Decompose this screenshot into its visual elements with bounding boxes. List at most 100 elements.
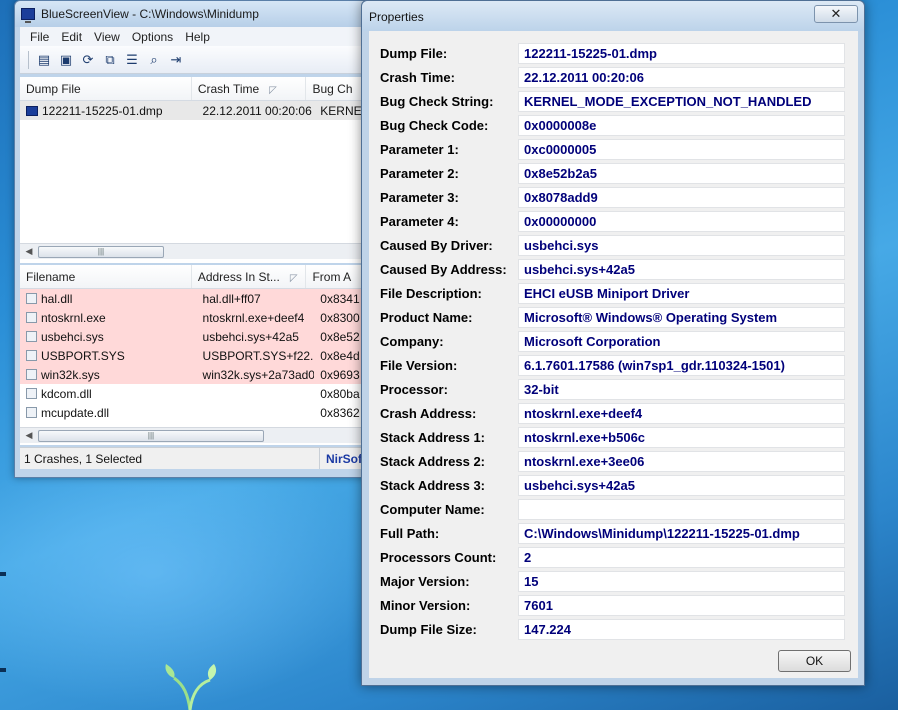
scroll-thumb[interactable]: ||| (38, 430, 264, 442)
property-label: Parameter 4: (380, 214, 459, 229)
menu-bar: File Edit View Options Help (20, 27, 383, 46)
desktop-icon-edge[interactable] (0, 572, 6, 576)
module-file-icon (26, 311, 37, 323)
menu-help[interactable]: Help (179, 30, 216, 44)
module-filename: kdcom.dll (41, 386, 92, 401)
menu-edit[interactable]: Edit (55, 30, 88, 44)
property-value-field[interactable]: usbehci.sys+42a5 (518, 475, 845, 496)
desktop-icon-edge[interactable] (0, 668, 6, 672)
module-row[interactable]: ntoskrnl.exe ntoskrnl.exe+deef4 0x8300 (20, 308, 383, 327)
find-icon[interactable]: ⌕ (145, 51, 163, 69)
property-row: Dump File Size: 147.224 (369, 618, 858, 642)
toolbar-separator (28, 50, 29, 69)
module-row[interactable]: mcupdate.dll 0x8362 (20, 403, 383, 422)
scroll-left-icon[interactable]: ◀ (22, 246, 36, 257)
module-row[interactable]: win32k.sys win32k.sys+2a73ad0 0x9693 (20, 365, 383, 384)
nirsoft-link[interactable]: NirSof (320, 452, 362, 466)
module-rows: hal.dll hal.dll+ff07 0x8341 ntoskrnl.exe nto… (20, 289, 383, 422)
property-row: Stack Address 3: usbehci.sys+42a5 (369, 474, 858, 498)
window-titlebar[interactable]: BlueScreenView - C:\Windows\Minidump (15, 1, 383, 27)
module-list-hscroll[interactable]: ◀ ||| (20, 427, 383, 443)
property-value-field[interactable]: 0x00000000 (518, 211, 845, 232)
menu-view[interactable]: View (88, 30, 126, 44)
module-row[interactable]: usbehci.sys usbehci.sys+42a5 0x8e52 (20, 327, 383, 346)
toolbar: ▤ ▣ ⟳ ⧉ ☰ ⌕ ⇥ (20, 46, 383, 74)
exit-icon[interactable]: ⇥ (167, 51, 185, 69)
property-label: Crash Address: (380, 406, 477, 421)
module-file-icon (26, 349, 37, 361)
dialog-titlebar[interactable]: Properties ✕ (362, 1, 864, 31)
module-row[interactable]: kdcom.dll 0x80ba (20, 384, 383, 403)
property-label: Processor: (380, 382, 448, 397)
scroll-thumb[interactable]: ||| (38, 246, 164, 258)
column-filename[interactable]: Filename (20, 265, 192, 288)
property-row: Major Version: 15 (369, 570, 858, 594)
property-value-field[interactable] (518, 499, 845, 520)
properties-dialog: Properties ✕ Dump File: 122211-15225-01.d… (361, 0, 865, 686)
column-crash-time[interactable]: Crash Time ◸ (192, 77, 307, 100)
property-row: File Version: 6.1.7601.17586 (win7sp1_gdr… (369, 354, 858, 378)
property-value-field[interactable]: usbehci.sys+42a5 (518, 259, 845, 280)
module-address: ntoskrnl.exe+deef4 (202, 310, 305, 325)
property-row: Product Name: Microsoft® Windows® Operati… (369, 306, 858, 330)
property-value-field[interactable]: usbehci.sys (518, 235, 845, 256)
crash-list-hscroll[interactable]: ◀ ||| (20, 243, 383, 259)
column-dump-file[interactable]: Dump File (20, 77, 192, 100)
property-label: Major Version: (380, 574, 470, 589)
module-address: usbehci.sys+42a5 (202, 329, 299, 344)
close-button[interactable]: ✕ (814, 5, 858, 23)
property-value-field[interactable]: KERNEL_MODE_EXCEPTION_NOT_HANDLED (518, 91, 845, 112)
property-value-field[interactable]: 2 (518, 547, 845, 568)
sort-arrow-icon: ◸ (289, 273, 298, 284)
property-value-field[interactable]: 7601 (518, 595, 845, 616)
module-file-icon (26, 387, 37, 399)
module-filename: USBPORT.SYS (41, 348, 125, 363)
properties-icon[interactable]: ☰ (123, 51, 141, 69)
module-file-icon (26, 406, 37, 418)
column-address-in-stack[interactable]: Address In St... ◸ (192, 265, 307, 288)
crash-row[interactable]: 122211-15225-01.dmp 22.12.2011 00:20:06 … (20, 101, 383, 120)
scroll-left-icon[interactable]: ◀ (22, 430, 36, 441)
property-row: Parameter 4: 0x00000000 (369, 210, 858, 234)
wallpaper-plant-icon (165, 664, 217, 710)
module-row[interactable]: hal.dll hal.dll+ff07 0x8341 (20, 289, 383, 308)
property-value-field[interactable]: Microsoft Corporation (518, 331, 845, 352)
property-label: Stack Address 1: (380, 430, 486, 445)
property-label: Product Name: (380, 310, 473, 325)
property-value-field[interactable]: 147.224 (518, 619, 845, 640)
property-value-field[interactable]: C:\Windows\Minidump\122211-15225-01.dmp (518, 523, 845, 544)
property-value-field[interactable]: 0xc0000005 (518, 139, 845, 160)
refresh-icon[interactable]: ⟳ (79, 51, 97, 69)
menu-options[interactable]: Options (126, 30, 179, 44)
ok-button[interactable]: OK (778, 650, 851, 672)
property-value-field[interactable]: 22.12.2011 00:20:06 (518, 67, 845, 88)
property-row: Processors Count: 2 (369, 546, 858, 570)
property-value-field[interactable]: ntoskrnl.exe+3ee06 (518, 451, 845, 472)
property-value-field[interactable]: Microsoft® Windows® Operating System (518, 307, 845, 328)
property-label: Stack Address 3: (380, 478, 486, 493)
html-report-icon[interactable]: ▤ (35, 51, 53, 69)
save-icon[interactable]: ▣ (57, 51, 75, 69)
module-filename: mcupdate.dll (41, 405, 110, 420)
property-value-field[interactable]: 32-bit (518, 379, 845, 400)
property-value-field[interactable]: ntoskrnl.exe+deef4 (518, 403, 845, 424)
property-value-field[interactable]: 0x8e52b2a5 (518, 163, 845, 184)
module-row[interactable]: USBPORT.SYS USBPORT.SYS+f22... 0x8e4d (20, 346, 383, 365)
property-value-field[interactable]: 15 (518, 571, 845, 592)
crash-list-header: Dump File Crash Time ◸ Bug Ch (20, 77, 383, 101)
crash-time: 22.12.2011 00:20:06 (202, 103, 312, 118)
copy-icon[interactable]: ⧉ (101, 51, 119, 69)
property-label: Dump File Size: (380, 622, 477, 637)
property-label: Parameter 1: (380, 142, 459, 157)
property-label: Full Path: (380, 526, 440, 541)
property-value-field[interactable]: 122211-15225-01.dmp (518, 43, 845, 64)
property-value-field[interactable]: 0x8078add9 (518, 187, 845, 208)
window-title: BlueScreenView - C:\Windows\Minidump (41, 7, 259, 21)
property-row: Full Path: C:\Windows\Minidump\122211-152… (369, 522, 858, 546)
property-value-field[interactable]: EHCI eUSB Miniport Driver (518, 283, 845, 304)
property-value-field[interactable]: 6.1.7601.17586 (win7sp1_gdr.110324-1501) (518, 355, 845, 376)
menu-file[interactable]: File (24, 30, 55, 44)
property-value-field[interactable]: 0x0000008e (518, 115, 845, 136)
property-value-field[interactable]: ntoskrnl.exe+b506c (518, 427, 845, 448)
property-row: Caused By Driver: usbehci.sys (369, 234, 858, 258)
